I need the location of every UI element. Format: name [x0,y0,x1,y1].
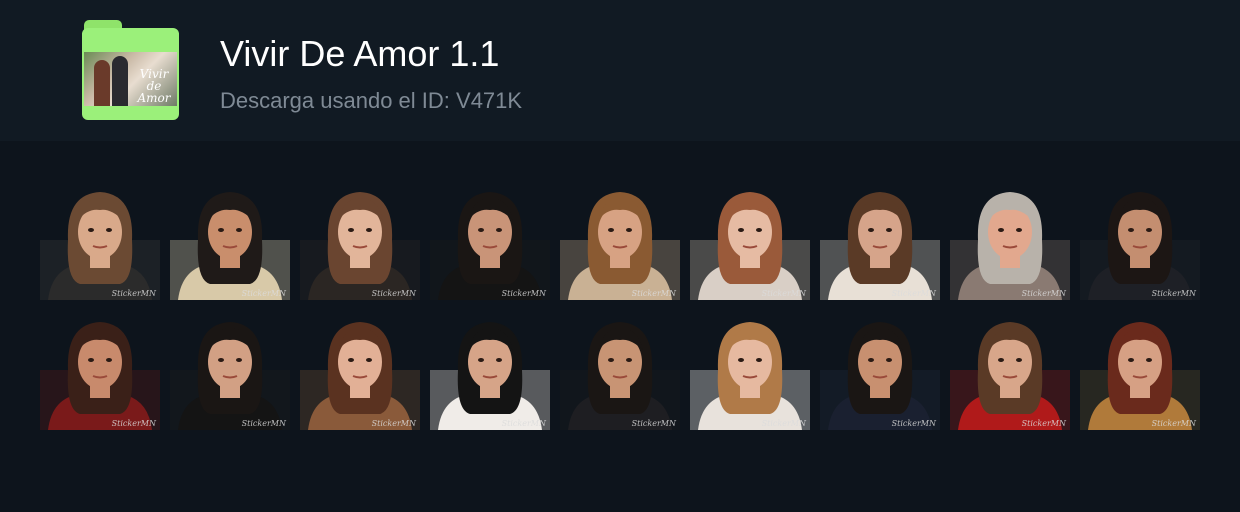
sticker-watermark: StickerMN [631,289,676,298]
sticker-watermark: StickerMN [111,419,156,428]
sticker-item[interactable]: StickerMN [690,310,810,430]
sticker-watermark: StickerMN [371,419,416,428]
sticker-portrait [40,322,160,430]
sticker-portrait [560,192,680,300]
sticker-item[interactable]: StickerMN [300,180,420,300]
cover-logo-text: Vivir de Amor [137,67,171,105]
sticker-portrait [690,322,810,430]
sticker-item[interactable]: StickerMN [430,180,550,300]
sticker-item[interactable]: StickerMN [1080,310,1200,430]
sticker-watermark: StickerMN [111,289,156,298]
sticker-watermark: StickerMN [891,419,936,428]
sticker-portrait [170,192,290,300]
sticker-watermark: StickerMN [761,289,806,298]
sticker-item[interactable]: StickerMN [820,180,940,300]
sticker-portrait [820,322,940,430]
sticker-portrait [40,192,160,300]
cover-person [94,60,110,106]
sticker-item[interactable]: StickerMN [560,310,680,430]
sticker-item[interactable]: StickerMN [1080,180,1200,300]
sticker-portrait [690,192,810,300]
sticker-portrait [300,192,420,300]
sticker-item[interactable]: StickerMN [170,180,290,300]
sticker-watermark: StickerMN [371,289,416,298]
sticker-watermark: StickerMN [1151,289,1196,298]
sticker-portrait [1080,322,1200,430]
sticker-watermark: StickerMN [1021,419,1066,428]
sticker-portrait [300,322,420,430]
sticker-item[interactable]: StickerMN [950,310,1070,430]
sticker-watermark: StickerMN [761,419,806,428]
sticker-item[interactable]: StickerMN [40,180,160,300]
sticker-portrait [950,322,1070,430]
sticker-watermark: StickerMN [501,419,546,428]
pack-title: Vivir De Amor 1.1 [220,33,500,74]
sticker-portrait [430,192,550,300]
cover-image: Vivir de Amor [84,52,177,106]
sticker-watermark: StickerMN [631,419,676,428]
sticker-item[interactable]: StickerMN [950,180,1070,300]
sticker-watermark: StickerMN [501,289,546,298]
sticker-item[interactable]: StickerMN [820,310,940,430]
sticker-item[interactable]: StickerMN [430,310,550,430]
sticker-portrait [170,322,290,430]
sticker-grid: StickerMN StickerMN StickerMN StickerMN Stic… [40,180,1210,430]
sticker-item[interactable]: StickerMN [690,180,810,300]
sticker-portrait [1080,192,1200,300]
folder-icon[interactable]: Vivir de Amor [82,20,179,120]
sticker-item[interactable]: StickerMN [300,310,420,430]
cover-person [112,56,128,106]
sticker-watermark: StickerMN [241,419,286,428]
sticker-item[interactable]: StickerMN [560,180,680,300]
sticker-watermark: StickerMN [891,289,936,298]
sticker-watermark: StickerMN [1151,419,1196,428]
sticker-watermark: StickerMN [1021,289,1066,298]
sticker-watermark: StickerMN [241,289,286,298]
sticker-item[interactable]: StickerMN [170,310,290,430]
sticker-portrait [560,322,680,430]
sticker-item[interactable]: StickerMN [40,310,160,430]
sticker-portrait [950,192,1070,300]
sticker-portrait [430,322,550,430]
sticker-portrait [820,192,940,300]
pack-header: Vivir de Amor Vivir De Amor 1.1 Descarga… [0,0,1240,141]
pack-id-subtitle: Descarga usando el ID: V471K [220,88,523,113]
